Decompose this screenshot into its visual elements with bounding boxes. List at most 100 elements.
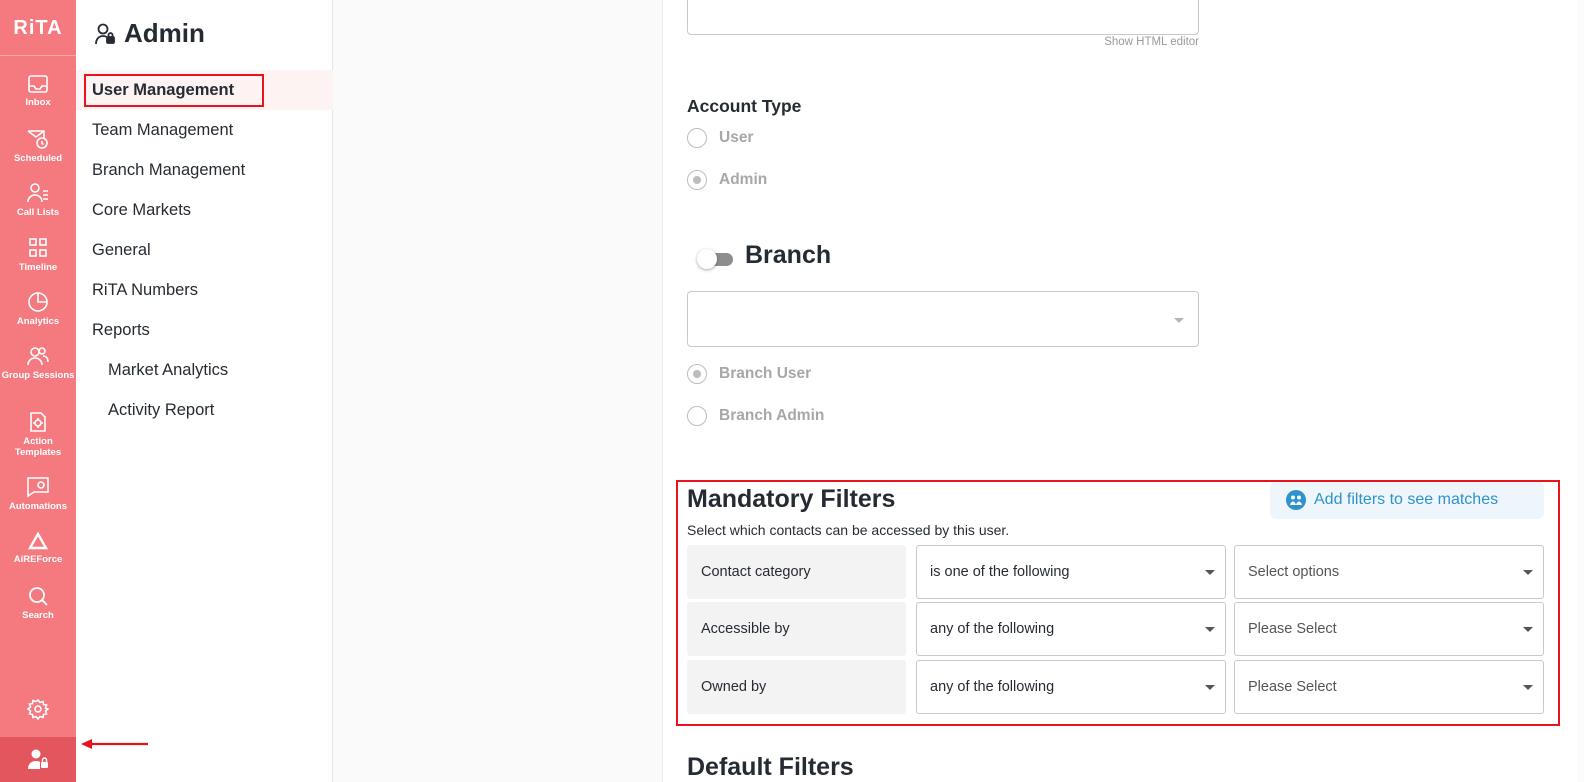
rail-item-timeline[interactable]: Timeline <box>0 237 76 273</box>
scrollbar[interactable] <box>1577 0 1584 782</box>
action-templates-icon <box>30 412 46 432</box>
filter-operator-value: any of the following <box>930 621 1055 637</box>
rita-logo[interactable]: RiTA <box>0 0 76 56</box>
filter-operator-value: any of the following <box>930 679 1055 695</box>
radio-button[interactable] <box>687 364 707 384</box>
group-sessions-icon <box>27 347 49 366</box>
account-type-user-radio[interactable]: User <box>687 128 753 148</box>
nav-item-core-markets[interactable]: Core Markets <box>76 190 333 230</box>
nav-item-team-management[interactable]: Team Management <box>76 110 333 150</box>
left-rail: RiTA Inbox Scheduled Call Lists Timeline… <box>0 0 76 782</box>
rail-item-scheduled[interactable]: Scheduled <box>0 128 76 164</box>
account-type-admin-radio[interactable]: Admin <box>687 170 767 190</box>
filter-value-select[interactable]: Select options <box>1234 545 1544 599</box>
filter-value-placeholder: Please Select <box>1248 679 1337 695</box>
settings-icon <box>27 698 49 720</box>
analytics-icon <box>28 292 48 312</box>
filter-value-select[interactable]: Please Select <box>1234 602 1544 656</box>
filter-operator-select[interactable]: any of the following <box>916 602 1226 656</box>
filter-row-accessible-by: Accessible by any of the following Pleas… <box>687 602 1544 656</box>
call-lists-icon <box>27 183 48 203</box>
filter-operator-value: is one of the following <box>930 564 1070 580</box>
admin-nav-panel: Admin User Management Team Management Br… <box>76 0 333 782</box>
nav-item-general[interactable]: General <box>76 230 333 270</box>
add-filters-label: Add filters to see matches <box>1314 491 1499 508</box>
rail-item-label: Scheduled <box>13 153 63 164</box>
radio-button[interactable] <box>687 128 707 148</box>
rail-item-inbox[interactable]: Inbox <box>0 74 76 108</box>
aireforce-icon <box>27 531 49 550</box>
rail-item-analytics[interactable]: Analytics <box>0 291 76 327</box>
nav-item-market-analytics[interactable]: Market Analytics <box>76 350 333 390</box>
rail-item-settings[interactable] <box>0 698 76 720</box>
radio-label: Branch User <box>719 365 812 382</box>
rail-item-label: Action Templates <box>14 436 62 458</box>
filter-field-label: Contact category <box>687 545 906 599</box>
chevron-down-icon <box>1523 685 1533 690</box>
filter-row-contact-category: Contact category is one of the following… <box>687 545 1544 599</box>
rail-item-label: Search <box>22 610 54 621</box>
nav-item-rita-numbers[interactable]: RiTA Numbers <box>76 270 333 310</box>
show-html-editor-link[interactable]: Show HTML editor <box>687 36 1199 48</box>
filter-operator-select[interactable]: is one of the following <box>916 545 1226 599</box>
rail-item-automations[interactable]: Automations <box>0 476 76 512</box>
account-type-label: Account Type <box>687 96 802 116</box>
rail-item-group-sessions[interactable]: Group Sessions <box>0 345 76 381</box>
scheduled-icon <box>27 130 48 149</box>
rail-item-admin[interactable] <box>0 737 76 782</box>
nav-item-user-management[interactable]: User Management <box>76 70 333 110</box>
rail-item-label: Inbox <box>25 97 51 108</box>
content-gutter <box>333 0 663 782</box>
chevron-down-icon <box>1205 570 1215 575</box>
toggle-knob <box>697 249 717 269</box>
branch-toggle[interactable] <box>697 249 737 269</box>
rail-item-label: Analytics <box>16 316 60 327</box>
mandatory-filters-subtitle: Select which contacts can be accessed by… <box>687 522 1010 538</box>
branch-user-radio[interactable]: Branch User <box>687 364 811 384</box>
rail-item-search[interactable]: Search <box>0 585 76 621</box>
filter-value-select[interactable]: Please Select <box>1234 660 1544 714</box>
filter-row-owned-by: Owned by any of the following Please Sel… <box>687 660 1544 714</box>
signature-editor[interactable] <box>687 0 1199 35</box>
rail-item-action-templates[interactable]: Action Templates <box>0 411 76 458</box>
add-filters-button[interactable]: Add filters to see matches <box>1270 481 1544 519</box>
radio-label: Admin <box>719 171 768 188</box>
rail-item-call-lists[interactable]: Call Lists <box>0 182 76 218</box>
admin-icon <box>95 23 115 44</box>
rail-item-label: AiREForce <box>13 554 63 565</box>
rail-item-label: Timeline <box>18 262 58 273</box>
automations-icon <box>27 477 49 498</box>
chevron-down-icon <box>1205 685 1215 690</box>
rail-item-aireforce[interactable]: AiREForce <box>0 531 76 565</box>
nav-item-branch-management[interactable]: Branch Management <box>76 150 333 190</box>
radio-button[interactable] <box>687 406 707 426</box>
default-filters-title: Default Filters <box>687 753 854 781</box>
filter-operator-select[interactable]: any of the following <box>916 660 1226 714</box>
user-form: Show HTML editor Account Type User Admin… <box>663 0 1584 782</box>
filter-field-label: Owned by <box>687 660 906 714</box>
filter-match-icon <box>1286 490 1306 510</box>
page-title: Admin <box>94 18 205 49</box>
rail-item-label: Group Sessions <box>1 370 75 381</box>
branch-select[interactable] <box>687 291 1199 347</box>
mandatory-filters-title: Mandatory Filters <box>687 485 896 513</box>
radio-button[interactable] <box>687 170 707 190</box>
rail-item-label: Call Lists <box>16 207 60 218</box>
filter-value-placeholder: Please Select <box>1248 621 1337 637</box>
branch-label: Branch <box>745 241 832 269</box>
chevron-down-icon <box>1523 570 1533 575</box>
radio-label: Branch Admin <box>719 407 825 424</box>
nav-item-reports[interactable]: Reports <box>76 310 333 350</box>
inbox-icon <box>28 75 48 93</box>
filter-value-placeholder: Select options <box>1248 564 1340 580</box>
admin-user-icon <box>28 749 48 769</box>
chevron-down-icon <box>1205 627 1215 632</box>
filter-field-label: Accessible by <box>687 602 906 656</box>
rail-item-label: Automations <box>8 501 68 512</box>
nav-item-activity-report[interactable]: Activity Report <box>76 390 333 430</box>
admin-title: Admin <box>124 18 205 48</box>
branch-admin-radio[interactable]: Branch Admin <box>687 406 824 426</box>
timeline-icon <box>29 238 47 257</box>
chevron-down-icon <box>1523 627 1533 632</box>
radio-label: User <box>719 129 754 146</box>
